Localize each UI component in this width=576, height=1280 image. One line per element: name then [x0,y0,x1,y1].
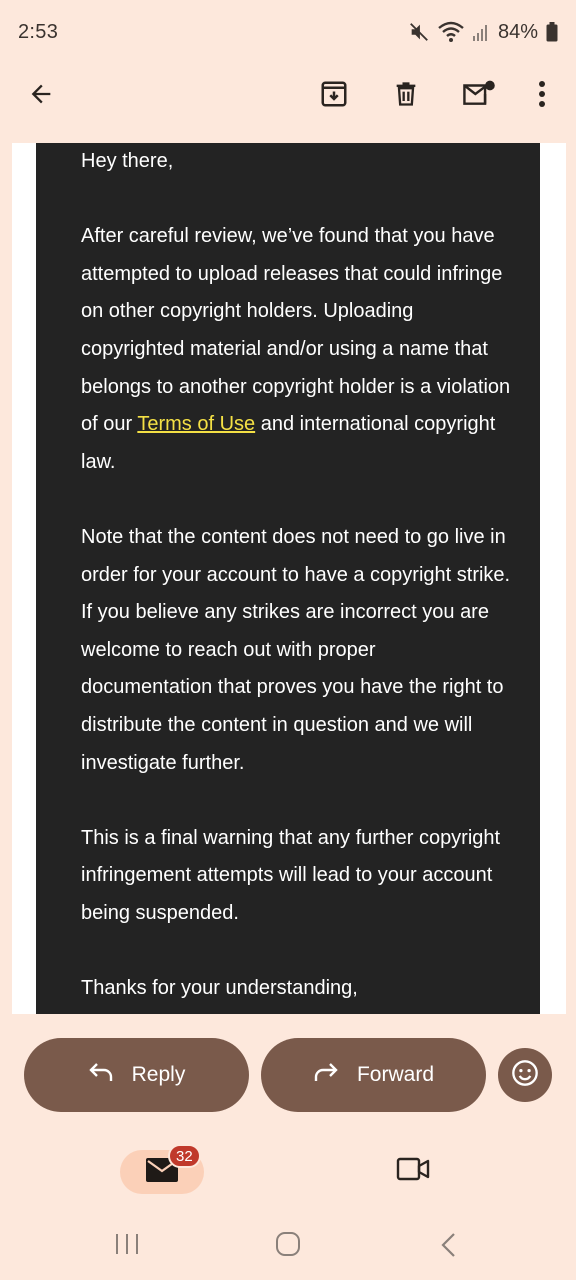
status-time: 2:53 [18,20,59,43]
mute-icon [408,21,430,43]
back-icon [440,1233,458,1262]
forward-icon [313,1061,339,1089]
back-button[interactable] [17,72,65,120]
email-closing: Thanks for your understanding, [81,977,358,1000]
status-icons: 84% [408,21,558,44]
archive-icon [319,79,349,114]
forward-button[interactable]: Forward [261,1038,486,1112]
delete-icon [392,79,420,114]
mark-unread-button[interactable] [455,72,503,120]
mail-unread-badge: 32 [168,1144,201,1168]
app-bar [0,64,576,128]
signal-icon [472,22,490,42]
email-body: Hey there, After careful review, we’ve f… [36,143,540,1014]
more-options-button[interactable] [518,72,566,120]
system-back-button[interactable] [440,1232,458,1263]
paragraph-1-text-start: After careful review, we’ve found that y… [81,225,511,436]
more-vert-icon [537,80,547,113]
reply-button[interactable]: Reply [24,1038,249,1112]
archive-button[interactable] [310,72,358,120]
reply-icon [88,1061,114,1089]
system-navigation-bar [0,1210,576,1280]
mark-unread-icon [462,79,496,114]
recents-button[interactable] [114,1232,140,1261]
bottom-navigation: 32 [0,1136,576,1210]
recents-icon [114,1234,140,1260]
video-meet-icon [396,1157,430,1186]
email-paragraph-3: This is a final warning that any further… [81,826,501,924]
battery-percent: 84% [497,20,538,43]
smiley-icon [511,1059,539,1092]
email-greeting: Hey there, [81,150,174,172]
wifi-icon [438,21,464,43]
status-bar: 2:53 84% [0,0,576,64]
emoji-reaction-button[interactable] [498,1048,552,1102]
nav-meet-tab[interactable] [396,1156,432,1190]
back-arrow-icon [27,80,55,113]
forward-label: Forward [356,1063,435,1086]
reply-label: Reply [131,1063,186,1086]
delete-button[interactable] [382,72,430,120]
home-icon [275,1232,301,1260]
email-paragraph-2: Note that the content does not need to g… [81,525,511,774]
email-text: Hey there, After careful review, we’ve f… [81,143,511,1008]
terms-of-use-link[interactable]: Terms of Use [137,413,255,435]
battery-icon [546,22,558,42]
email-paragraph-1: After careful review, we’ve found that y… [81,218,511,481]
home-button[interactable] [275,1232,301,1261]
